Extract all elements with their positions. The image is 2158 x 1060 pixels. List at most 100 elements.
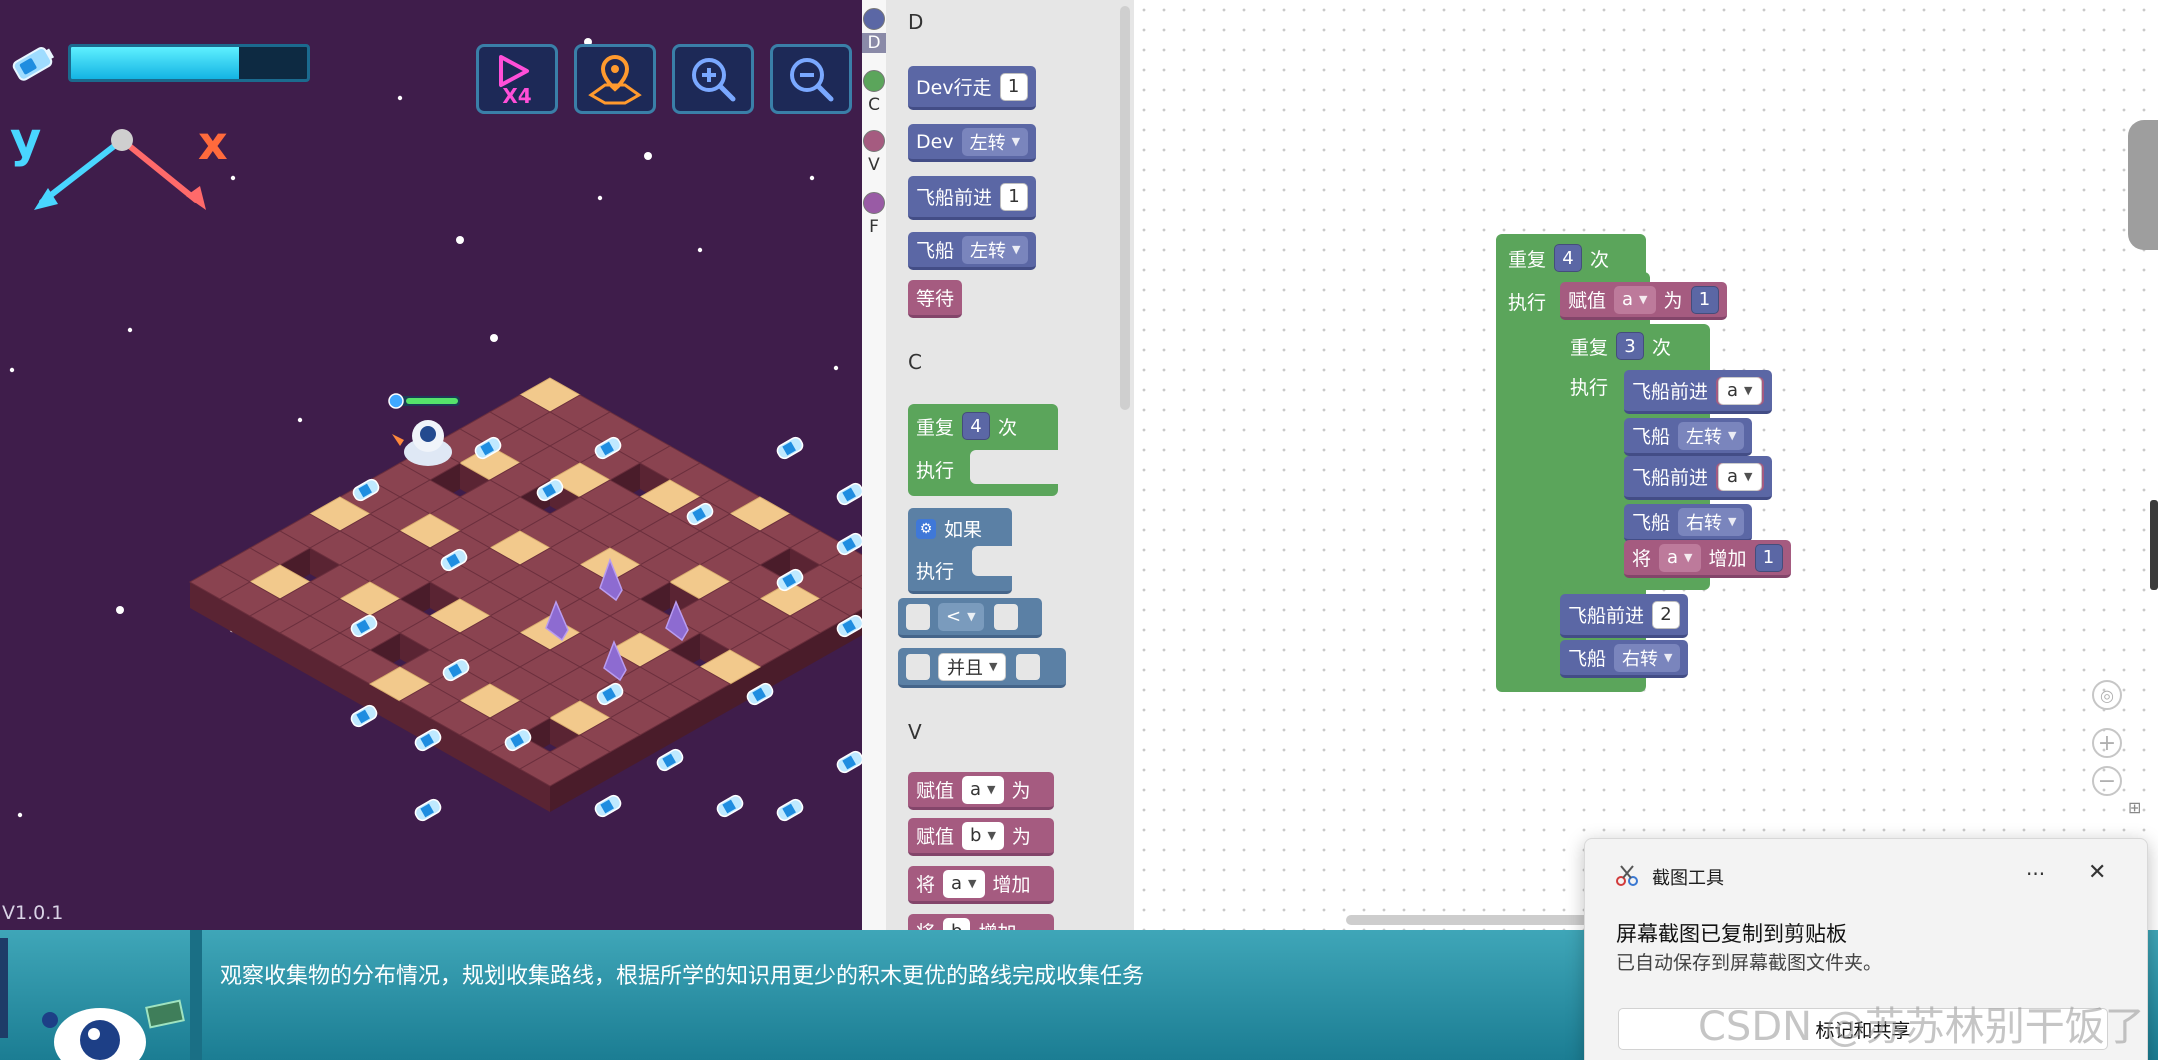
zoom-in-icon[interactable]: +	[2092, 728, 2122, 758]
energy-bar-fill	[71, 47, 239, 79]
block-label: Dev	[916, 130, 954, 153]
block-label: 重复	[916, 416, 955, 439]
star	[456, 236, 464, 244]
number-field[interactable]: 1	[1000, 182, 1029, 211]
block-and[interactable]: 并且 ▼	[898, 648, 1066, 688]
dropdown-arrow-icon: ▼	[1728, 429, 1737, 442]
logic-dropdown[interactable]: 并且 ▼	[938, 652, 1007, 681]
energy-capsule-icon	[776, 436, 804, 460]
block-dev-walk[interactable]: Dev行走 1	[908, 66, 1036, 110]
direction-dropdown[interactable]: 左转 ▼	[1678, 421, 1745, 450]
number-field[interactable]: 1	[999, 72, 1028, 101]
ws-outer-repeat-header: 重复 4 次	[1500, 238, 1617, 278]
variable-dropdown[interactable]: a ▼	[962, 775, 1004, 804]
energy-capsule-icon	[836, 482, 862, 506]
category-dot	[863, 70, 885, 92]
variable-socket: a ▼	[1716, 376, 1764, 405]
ws-block-turn-right[interactable]: 飞船 右转 ▼	[1624, 504, 1753, 542]
if-row: ⚙ 如果	[916, 515, 982, 542]
dropdown-value: a	[1727, 466, 1739, 487]
ws-block-increase-a[interactable]: 将 a ▼ 增加 1	[1624, 540, 1791, 578]
section-title-d: D	[908, 10, 924, 34]
block-label: 将	[916, 874, 936, 896]
number-field[interactable]: 2	[1652, 600, 1681, 629]
block-label: 执行	[1508, 291, 1547, 314]
block-dev-turn[interactable]: Dev 左转 ▼	[908, 124, 1037, 162]
ws-block-set-a[interactable]: 赋值 a ▼ 为 1	[1560, 282, 1727, 320]
workspace-scrollbar[interactable]	[1346, 915, 1596, 925]
number-field[interactable]: 4	[1554, 244, 1583, 272]
direction-dropdown[interactable]: 左转 ▼	[962, 235, 1029, 264]
toast-more-button[interactable]: ···	[2026, 862, 2045, 886]
dropdown-arrow-icon: ▼	[1744, 384, 1753, 397]
block-label: 赋值	[916, 780, 955, 802]
axis-indicator	[34, 129, 206, 210]
ws-block-turn-right-2[interactable]: 飞船 右转 ▼	[1560, 640, 1689, 678]
number-field[interactable]: 3	[1616, 332, 1645, 360]
variable-dropdown[interactable]: a ▼	[1718, 462, 1762, 491]
ws-block-forward-a-1[interactable]: 飞船前进 a ▼	[1624, 370, 1772, 414]
tip-divider	[190, 930, 202, 1060]
number-field[interactable]: 1	[1754, 543, 1783, 572]
block-suffix: 次	[998, 416, 1018, 439]
direction-dropdown[interactable]: 左转 ▼	[961, 127, 1029, 156]
version-label: V1.0.1	[2, 902, 64, 924]
block-label: 飞船前进	[1632, 381, 1709, 403]
star	[17, 812, 23, 818]
category-v[interactable]: V	[862, 130, 886, 175]
ws-block-forward-2[interactable]: 飞船前进 2	[1560, 594, 1689, 638]
number-field[interactable]: 4	[962, 412, 991, 440]
flyout-scrollbar[interactable]	[1120, 6, 1130, 410]
left-socket	[906, 603, 930, 630]
zoom-in-icon	[692, 58, 736, 102]
star	[230, 175, 236, 181]
map-button[interactable]	[574, 44, 656, 114]
variable-dropdown[interactable]: a ▼	[943, 869, 985, 898]
variable-dropdown[interactable]: a ▼	[1614, 285, 1656, 314]
category-c[interactable]: C	[862, 70, 886, 115]
category-f[interactable]: F	[862, 192, 886, 237]
block-wait[interactable]: 等待	[908, 280, 963, 318]
block-set-a[interactable]: 赋值 a ▼ 为	[908, 772, 1054, 810]
toast-close-button[interactable]: ✕	[2088, 860, 2106, 885]
block-set-b[interactable]: 赋值 b ▼ 为	[908, 818, 1054, 856]
dropdown-arrow-icon: ▼	[1011, 135, 1021, 148]
zoom-out-icon[interactable]: −	[2092, 766, 2122, 796]
speed-button[interactable]: X4	[476, 44, 558, 114]
category-label: F	[869, 217, 879, 237]
block-increase-a[interactable]: 将 a ▼ 增加	[908, 866, 1054, 904]
variable-dropdown[interactable]: a ▼	[1659, 543, 1701, 572]
variable-socket: a ▼	[1716, 462, 1764, 491]
dropdown-value: a	[1622, 289, 1634, 310]
block-ship-forward[interactable]: 飞船前进 1	[908, 176, 1037, 220]
block-label: 如果	[944, 519, 983, 542]
category-d[interactable]: D	[862, 8, 886, 53]
info-side-tab[interactable]	[2128, 120, 2158, 250]
side-handle[interactable]	[2150, 500, 2158, 590]
watermark: CSDN @苏苏林别干饭了	[1698, 1004, 2145, 1050]
direction-dropdown[interactable]: 右转 ▼	[1678, 507, 1745, 536]
variable-dropdown[interactable]: a ▼	[1718, 376, 1762, 405]
ws-block-forward-a-2[interactable]: 飞船前进 a ▼	[1624, 456, 1772, 500]
operator-dropdown[interactable]: < ▼	[938, 602, 984, 631]
variable-dropdown[interactable]: b ▼	[962, 821, 1004, 850]
block-compare[interactable]: < ▼	[898, 598, 1042, 638]
grid-icon[interactable]: ⊞	[2128, 798, 2141, 817]
direction-dropdown[interactable]: 右转 ▼	[1614, 643, 1681, 672]
dropdown-value: a	[951, 873, 963, 894]
energy-capsule-icon	[716, 794, 744, 818]
ws-block-turn-left[interactable]: 飞船 左转 ▼	[1624, 418, 1753, 456]
energy-capsule-icon	[776, 798, 804, 822]
tip-text: 观察收集物的分布情况，规划收集路线，根据所学的知识用更少的积木更优的路线完成收集…	[220, 964, 1145, 989]
zoom-out-button[interactable]	[770, 44, 852, 114]
block-label: 飞船前进	[1632, 467, 1709, 489]
toast-subtext: 已自动保存到屏幕截图文件夹。	[1616, 952, 1883, 974]
block-ship-turn[interactable]: 飞船 左转 ▼	[908, 232, 1037, 270]
zoom-in-button[interactable]	[672, 44, 754, 114]
ws-inner-do: 执行	[1562, 366, 1616, 406]
block-suffix: 为	[1011, 826, 1031, 848]
game-stage[interactable]: X4 y x V1.0.1	[0, 0, 862, 930]
recenter-icon[interactable]: ◎	[2092, 680, 2122, 710]
block-suffix: 次	[1652, 336, 1672, 359]
number-field[interactable]: 1	[1690, 285, 1719, 314]
